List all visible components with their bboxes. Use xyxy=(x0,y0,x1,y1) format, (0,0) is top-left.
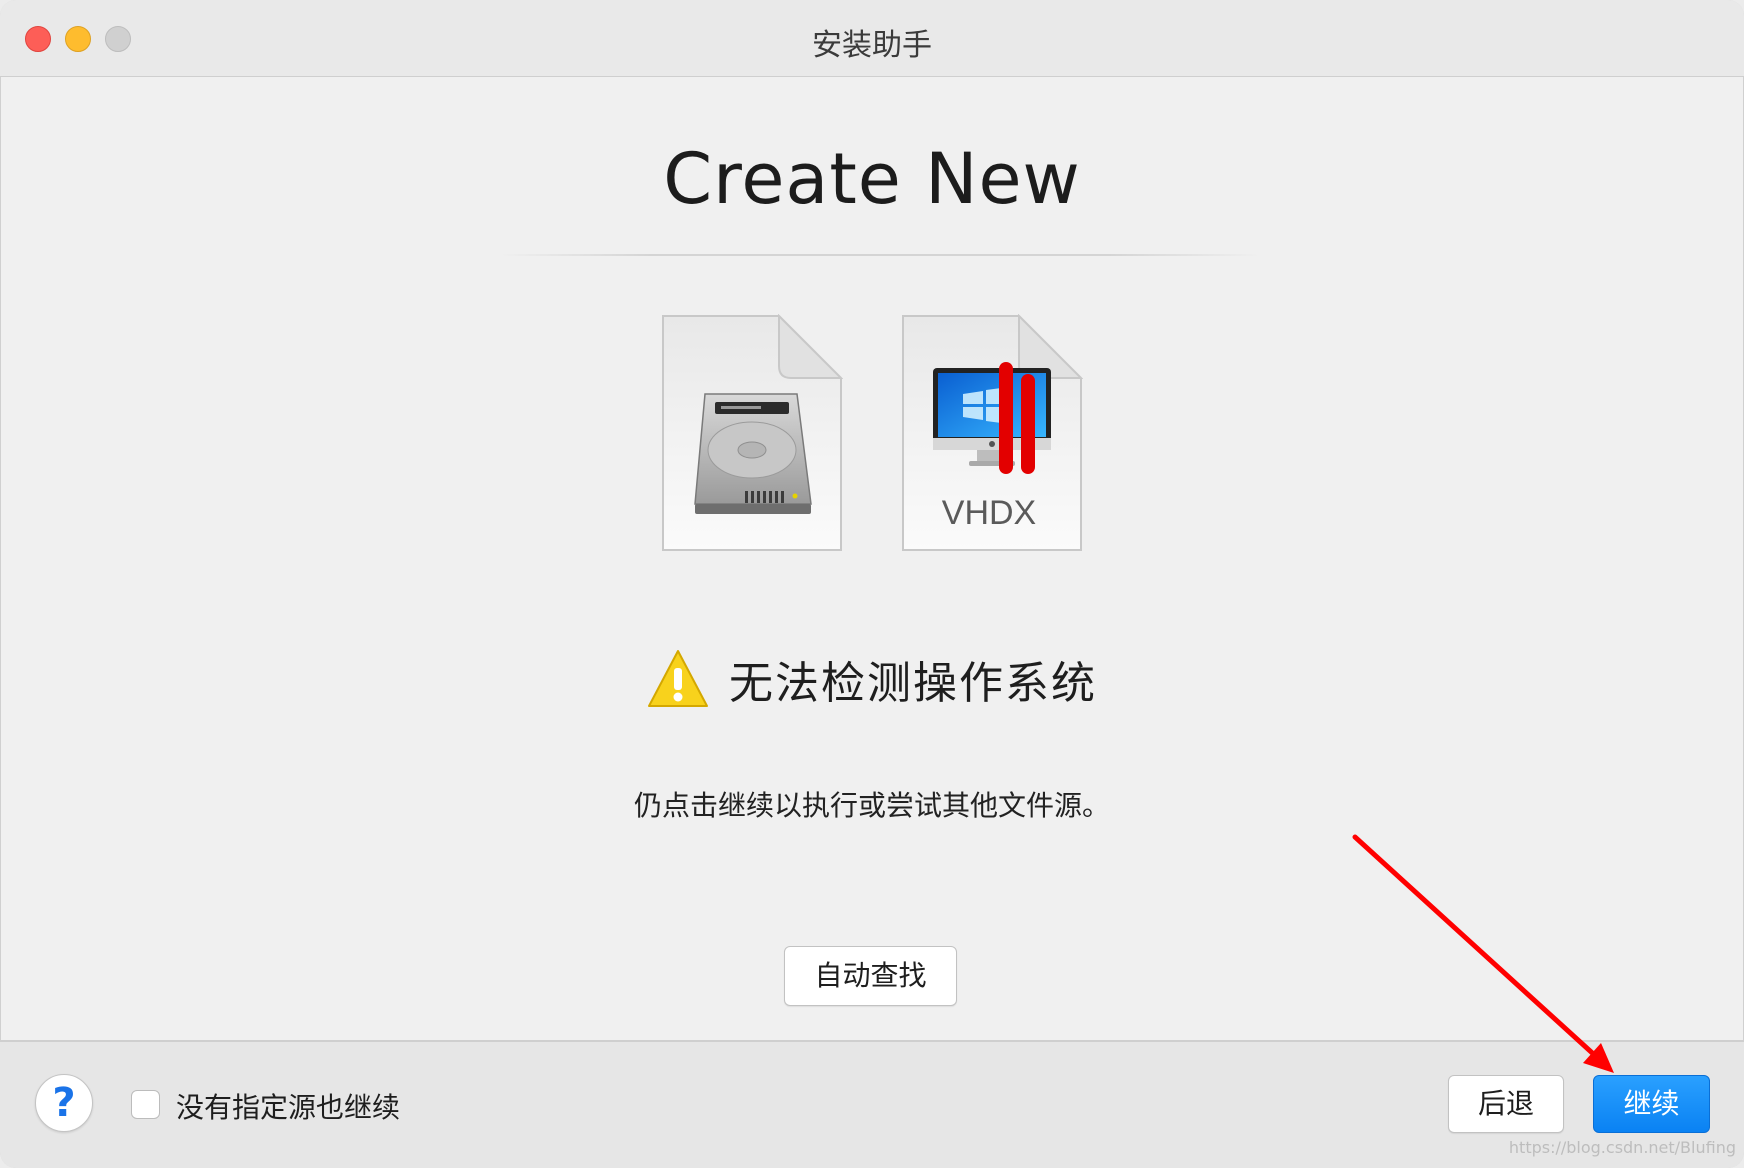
installer-window: 安装助手 Create New VHDX 无法检测操作系统 仍点击继续以执行或尝… xyxy=(0,0,1744,1168)
hard-disk-icon xyxy=(662,314,843,551)
vhdx-label: VHDX xyxy=(942,494,1036,532)
window-title: 安装助手 xyxy=(812,28,932,63)
watermark: https://blog.csdn.net/Blufing xyxy=(1508,1138,1736,1157)
hint-text: 仍点击继续以执行或尝试其他文件源。 xyxy=(633,789,1110,822)
continue-without-source-checkbox[interactable] xyxy=(131,1090,160,1119)
back-button[interactable]: 后退 xyxy=(1448,1075,1564,1133)
divider xyxy=(500,254,1260,256)
vhdx-file-icon: VHDX xyxy=(902,314,1083,551)
auto-find-button[interactable]: 自动查找 xyxy=(784,946,957,1006)
page-title: Create New xyxy=(663,138,1081,220)
title-bar: 安装助手 xyxy=(0,0,1744,77)
warning-message: 无法检测操作系统 xyxy=(729,658,1097,709)
warning-row: 无法检测操作系统 xyxy=(0,644,1744,714)
warning-icon xyxy=(648,650,708,707)
checkbox-label[interactable]: 没有指定源也继续 xyxy=(176,1086,400,1126)
help-button[interactable]: ? xyxy=(35,1074,93,1132)
continue-button[interactable]: 继续 xyxy=(1593,1075,1710,1133)
